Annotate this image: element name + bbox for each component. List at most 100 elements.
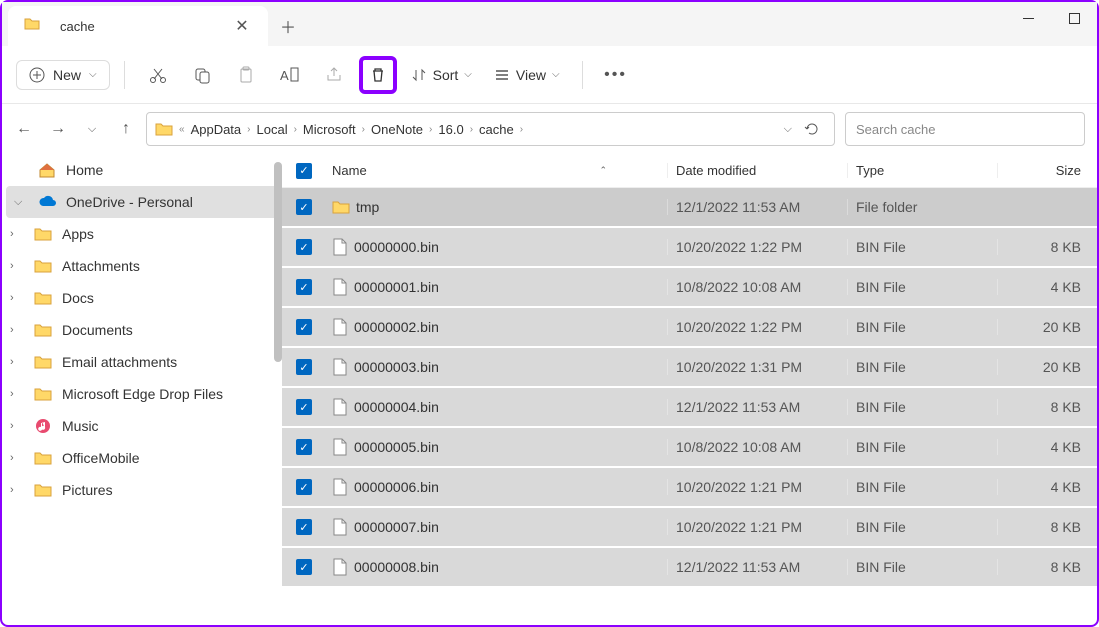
file-date: 10/8/2022 10:08 AM (667, 279, 847, 295)
chevron-right-icon: › (247, 124, 250, 135)
sidebar-item[interactable]: ›OfficeMobile (2, 442, 282, 474)
up-button[interactable]: ↑ (116, 119, 136, 139)
minimize-button[interactable] (1005, 2, 1051, 34)
forward-button[interactable]: → (48, 119, 68, 139)
cut-button[interactable] (139, 56, 177, 94)
refresh-button[interactable] (798, 115, 826, 143)
breadcrumb-item[interactable]: 16.0 (438, 122, 463, 137)
breadcrumb-item[interactable]: Local (257, 122, 288, 137)
column-size[interactable]: Size (997, 163, 1097, 178)
chevron-down-icon[interactable]: ⌵ (784, 123, 792, 136)
sort-label: Sort (433, 67, 459, 83)
sidebar-home[interactable]: Home (2, 154, 282, 186)
file-name: 00000008.bin (354, 559, 439, 575)
share-button[interactable] (315, 56, 353, 94)
sidebar-item[interactable]: ›Documents (2, 314, 282, 346)
row-checkbox[interactable]: ✓ (296, 319, 312, 335)
rename-button[interactable]: A (271, 56, 309, 94)
sidebar-item[interactable]: ›Apps (2, 218, 282, 250)
file-type: BIN File (847, 359, 997, 375)
row-checkbox[interactable]: ✓ (296, 519, 312, 535)
table-row[interactable]: ✓00000001.bin10/8/2022 10:08 AMBIN File4… (282, 268, 1097, 308)
breadcrumb-item[interactable]: OneNote (371, 122, 423, 137)
view-button[interactable]: View ⌵ (486, 61, 568, 89)
table-row[interactable]: ✓ 00000004.bin 12/1/2022 11:53 AMBIN File8… (282, 388, 1097, 428)
table-row[interactable]: ✓tmp12/1/2022 11:53 AMFile folder (282, 188, 1097, 228)
breadcrumb-item[interactable]: Microsoft (303, 122, 356, 137)
separator (582, 61, 583, 89)
file-name: 00000004.bin (354, 399, 439, 415)
more-button[interactable]: ••• (597, 56, 635, 94)
music-icon (34, 418, 52, 434)
scrollbar[interactable] (274, 162, 282, 362)
table-row[interactable]: ✓00000007.bin10/20/2022 1:21 PMBIN File8… (282, 508, 1097, 548)
column-name[interactable]: Name⌃ (326, 163, 667, 178)
row-checkbox[interactable]: ✓ (296, 439, 312, 455)
back-button[interactable]: ← (14, 119, 34, 139)
select-all-checkbox[interactable]: ✓ (296, 163, 312, 179)
table-row[interactable]: ✓00000002.bin10/20/2022 1:22 PMBIN File2… (282, 308, 1097, 348)
table-row[interactable]: ✓00000003.bin10/20/2022 1:31 PMBIN File2… (282, 348, 1097, 388)
folder-icon (34, 451, 52, 465)
folder-icon (34, 227, 52, 241)
chevron-right-icon: › (10, 260, 24, 272)
file-size: 8 KB (997, 519, 1097, 535)
breadcrumb-prefix: « (179, 124, 185, 135)
column-date[interactable]: Date modified (667, 163, 847, 178)
search-input[interactable]: Search cache (845, 112, 1085, 146)
paste-button[interactable] (227, 56, 265, 94)
tab[interactable]: cache ✕ (8, 6, 268, 46)
breadcrumb[interactable]: « AppData›Local›Microsoft›OneNote›16.0›c… (146, 112, 835, 146)
sidebar-item-label: Music (62, 418, 99, 434)
delete-button[interactable] (359, 56, 397, 94)
file-icon (332, 318, 348, 336)
file-size: 8 KB (997, 399, 1097, 415)
chevron-down-icon: ⌵ (552, 69, 560, 80)
maximize-button[interactable] (1051, 2, 1097, 34)
add-tab-button[interactable]: ＋ (268, 6, 308, 46)
row-checkbox[interactable]: ✓ (296, 199, 312, 215)
row-checkbox[interactable]: ✓ (296, 239, 312, 255)
file-name: 00000000.bin (354, 239, 439, 255)
recent-button[interactable]: ⌵ (82, 119, 102, 139)
file-size: 8 KB (997, 559, 1097, 575)
sidebar-item[interactable]: ›Pictures (2, 474, 282, 506)
sort-button[interactable]: Sort ⌵ (403, 61, 480, 89)
folder-icon (34, 291, 52, 305)
file-date: 12/1/2022 11:53 AM (667, 399, 847, 415)
table-row[interactable]: ✓00000006.bin10/20/2022 1:21 PMBIN File4… (282, 468, 1097, 508)
chevron-right-icon: › (10, 388, 24, 400)
chevron-right-icon: › (10, 228, 24, 240)
row-checkbox[interactable]: ✓ (296, 279, 312, 295)
sidebar-item[interactable]: ›Attachments (2, 250, 282, 282)
window-controls: ✕ (1005, 2, 1097, 34)
plus-circle-icon (29, 67, 45, 83)
file-type: File folder (847, 199, 997, 215)
file-type: BIN File (847, 399, 997, 415)
column-type[interactable]: Type (847, 163, 997, 178)
table-row[interactable]: ✓00000005.bin10/8/2022 10:08 AMBIN File4… (282, 428, 1097, 468)
file-icon (332, 398, 348, 416)
breadcrumb-item[interactable]: cache (479, 122, 514, 137)
sidebar-onedrive[interactable]: ⌵ OneDrive - Personal (6, 186, 278, 218)
table-row[interactable]: ✓00000008.bin12/1/2022 11:53 AMBIN File8… (282, 548, 1097, 588)
row-checkbox[interactable]: ✓ (296, 399, 312, 415)
row-checkbox[interactable]: ✓ (296, 479, 312, 495)
row-checkbox[interactable]: ✓ (296, 559, 312, 575)
chevron-right-icon: › (10, 324, 24, 336)
sidebar-item[interactable]: ›Email attachments (2, 346, 282, 378)
breadcrumb-item[interactable]: AppData (191, 122, 242, 137)
file-date: 10/20/2022 1:22 PM (667, 239, 847, 255)
table-row[interactable]: ✓00000000.bin10/20/2022 1:22 PMBIN File8… (282, 228, 1097, 268)
row-checkbox[interactable]: ✓ (296, 359, 312, 375)
sidebar-item[interactable]: ›Docs (2, 282, 282, 314)
sidebar-item[interactable]: ›Microsoft Edge Drop Files (2, 378, 282, 410)
file-date: 12/1/2022 11:53 AM (667, 559, 847, 575)
file-size: 4 KB (997, 279, 1097, 295)
folder-icon (34, 323, 52, 337)
file-size: 4 KB (997, 479, 1097, 495)
new-button[interactable]: New ⌵ (16, 60, 110, 90)
sidebar-item[interactable]: ›Music (2, 410, 282, 442)
close-icon[interactable]: ✕ (232, 16, 252, 36)
copy-button[interactable] (183, 56, 221, 94)
